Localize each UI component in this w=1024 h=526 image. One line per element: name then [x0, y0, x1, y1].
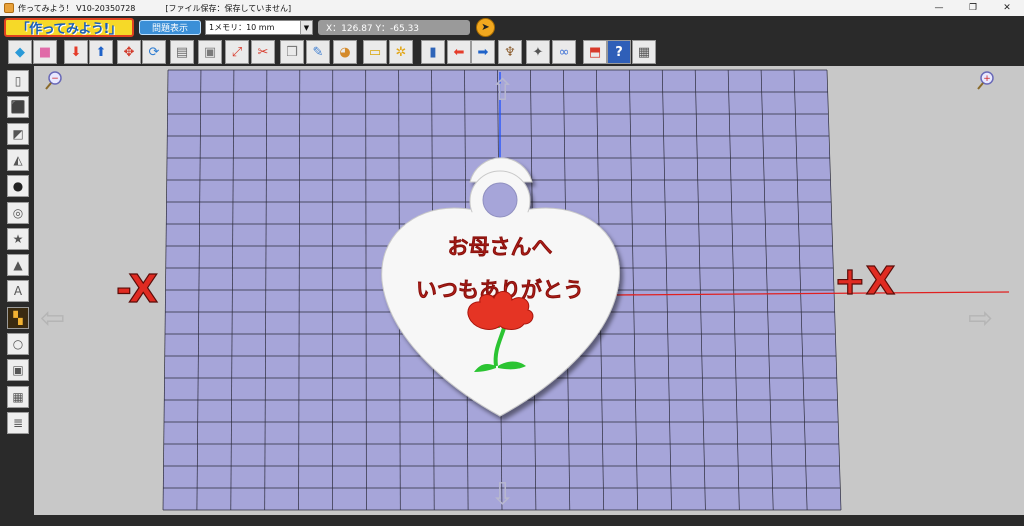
scale-select-value: 1メモリ：10 mm	[209, 23, 275, 32]
top-toolbar-row2: ◆ ■ ⬇ ⬆ ✥ ⟳ ▤ ▣ ⤢ ✂ ❒ ✎ ◕ ▭ ✲ ▮ ⬅ ➡ ♆ ✦ ∞ ⬒? ▦	[0, 38, 1024, 66]
svg-text:+: +	[983, 74, 991, 84]
gear-icon[interactable]: ✲	[389, 40, 413, 64]
ring-shape-icon[interactable]: ○	[7, 333, 29, 355]
3d-viewport[interactable]: ⇧ ⇩ ⇦ ⇨ − + -X +X お母さんへ いつもありがとう	[34, 66, 1024, 515]
rotate-icon[interactable]: ⟳	[142, 40, 166, 64]
title-bar: 作ってみよう！ V10-20350728 [ファイル保存：保存していません] —…	[0, 0, 1024, 16]
tube-shape-icon[interactable]: ◎	[7, 201, 29, 224]
export-box-icon[interactable]: ⬒	[583, 40, 607, 64]
save-status: [ファイル保存：保存していません]	[165, 3, 292, 13]
pyramid-shape-icon[interactable]: ◭	[7, 148, 29, 171]
redo-arrow-icon[interactable]: ➡	[471, 40, 495, 64]
cursor-icon[interactable]: ➤	[476, 18, 495, 37]
coordinate-readout: X：126.87 Y：-65.33	[318, 20, 470, 35]
move-object-icon[interactable]: ✥	[117, 40, 141, 64]
nav-up-icon[interactable]: ⇧	[490, 73, 515, 108]
group-icon[interactable]: ▣	[198, 40, 222, 64]
walk-icon[interactable]: ✦	[526, 40, 550, 64]
close-button[interactable]: ✕	[990, 0, 1024, 16]
view-glasses-icon[interactable]: ∞	[552, 40, 576, 64]
show-question-button[interactable]: 問題表示	[139, 20, 201, 35]
cube-shape-icon[interactable]: ⬛	[7, 96, 29, 119]
nav-left-icon[interactable]: ⇦	[40, 301, 65, 336]
viewport-scene[interactable]: ⇧ ⇩ ⇦ ⇨ − + -X +X お母さんへ いつもありがとう	[34, 66, 1024, 515]
window-title: 作ってみよう！ V10-20350728	[18, 3, 136, 13]
stack-shape-icon[interactable]: ▦	[7, 385, 29, 408]
top-toolbar-row1: 「作ってみよう!」 問題表示 1メモリ：10 mm ▼ X：126.87 Y：-…	[0, 16, 1024, 38]
box-shape-icon[interactable]: ▣	[7, 359, 29, 382]
app-icon	[4, 3, 14, 13]
bottom-strip	[0, 515, 1024, 526]
scissors-icon[interactable]: ✂	[251, 40, 275, 64]
comment-icon[interactable]: ✎	[306, 40, 330, 64]
copy-object-icon[interactable]: ❒	[280, 40, 304, 64]
keychain-text-line1: お母さんへ	[448, 235, 553, 259]
pink-cube-icon[interactable]: ■	[33, 40, 57, 64]
nav-right-icon[interactable]: ⇨	[968, 301, 993, 336]
ruler-icon[interactable]: ▭	[363, 40, 387, 64]
maximize-button[interactable]: ❐	[956, 0, 990, 16]
spring-shape-icon[interactable]: ≣	[7, 411, 29, 434]
new-cube-icon[interactable]: ◆	[8, 40, 32, 64]
zoom-in-icon[interactable]: +	[977, 71, 994, 90]
door-icon[interactable]: ▮	[421, 40, 445, 64]
undo-arrow-icon[interactable]: ⬅	[447, 40, 471, 64]
keychain-hole	[482, 182, 518, 218]
layer-icon[interactable]: ▤	[170, 40, 194, 64]
export-up-icon[interactable]: ⬆	[89, 40, 113, 64]
text-shape-icon[interactable]: A	[7, 280, 29, 303]
brush-icon[interactable]: ♆	[498, 40, 522, 64]
scale-icon[interactable]: ⤢	[225, 40, 249, 64]
help-icon[interactable]: ?	[607, 40, 631, 64]
star-shape-icon[interactable]: ★	[7, 227, 29, 250]
wedge-shape-icon[interactable]: ◩	[7, 122, 29, 145]
minimize-button[interactable]: —	[922, 0, 956, 16]
minus-x-label: -X	[116, 267, 158, 311]
calculator-icon[interactable]: ▦	[632, 40, 656, 64]
palette-icon[interactable]: ◕	[333, 40, 357, 64]
nav-down-icon[interactable]: ⇩	[490, 477, 515, 512]
svg-text:−: −	[51, 74, 59, 84]
plus-x-label: +X	[834, 259, 895, 303]
zoom-out-icon[interactable]: −	[45, 71, 62, 90]
import-down-icon[interactable]: ⬇	[64, 40, 88, 64]
sphere-shape-icon[interactable]: ●	[7, 175, 29, 198]
cone-shape-icon[interactable]: ▲	[7, 254, 29, 277]
cylinder-shape-icon[interactable]: ▯	[7, 70, 29, 92]
scale-select[interactable]: 1メモリ：10 mm ▼	[205, 20, 313, 35]
pattern-shape-icon[interactable]: ▚	[7, 306, 29, 329]
app-logo: 「作ってみよう!」	[4, 18, 134, 37]
chevron-down-icon[interactable]: ▼	[300, 21, 312, 34]
left-shape-toolbar: ▯ ⬛ ◩ ◭ ● ◎ ★ ▲ A ▚ ○ ▣ ▦ ≣	[0, 66, 34, 526]
